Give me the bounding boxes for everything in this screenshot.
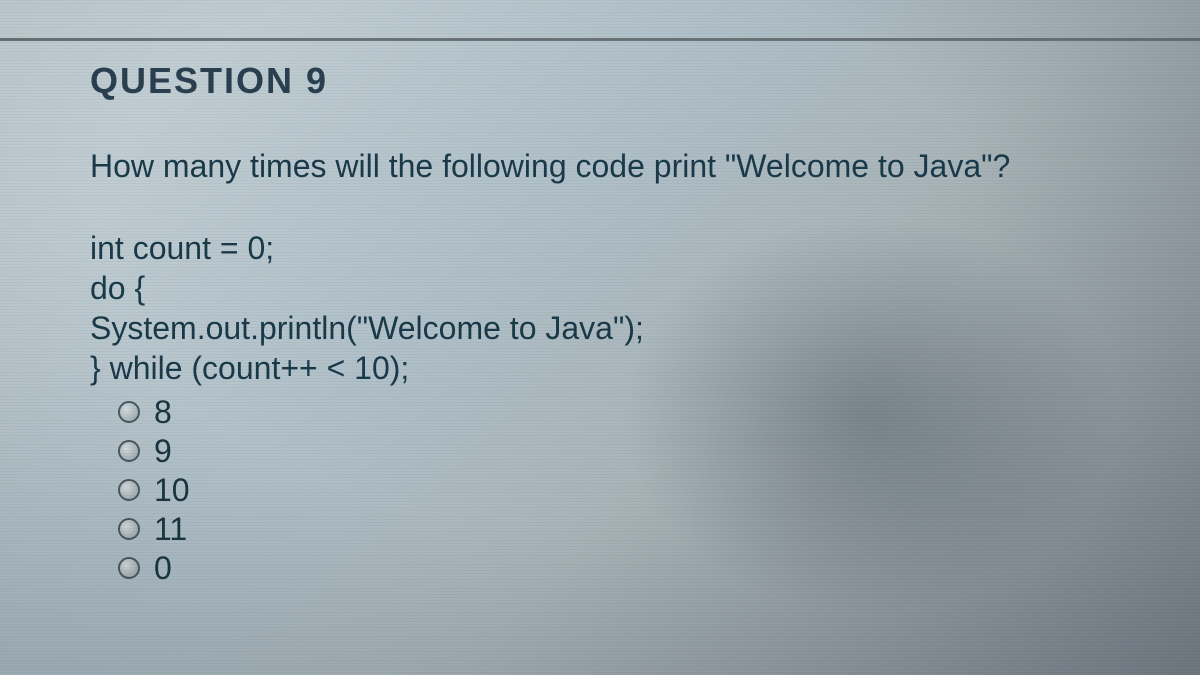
- radio-button[interactable]: [118, 401, 140, 423]
- divider-rule: [0, 38, 1200, 41]
- option-row: 11: [118, 511, 1110, 548]
- option-row: 0: [118, 550, 1110, 587]
- code-line: int count = 0;: [90, 230, 274, 266]
- option-row: 10: [118, 472, 1110, 509]
- code-line: do {: [90, 270, 145, 306]
- option-label: 9: [154, 433, 172, 470]
- code-line: System.out.println("Welcome to Java");: [90, 310, 644, 346]
- question-prompt: How many times will the following code p…: [90, 146, 1110, 188]
- option-label: 8: [154, 394, 172, 431]
- option-row: 8: [118, 394, 1110, 431]
- option-row: 9: [118, 433, 1110, 470]
- question-heading: QUESTION 9: [90, 60, 1110, 102]
- answer-options: 8 9 10 11 0: [118, 394, 1110, 587]
- option-label: 11: [154, 511, 187, 548]
- option-label: 10: [154, 472, 190, 509]
- radio-button[interactable]: [118, 440, 140, 462]
- question-block: QUESTION 9 How many times will the follo…: [0, 0, 1200, 587]
- radio-button[interactable]: [118, 557, 140, 579]
- radio-button[interactable]: [118, 518, 140, 540]
- radio-button[interactable]: [118, 479, 140, 501]
- option-label: 0: [154, 550, 172, 587]
- code-line: } while (count++ < 10);: [90, 350, 409, 386]
- code-snippet: int count = 0; do { System.out.println("…: [90, 228, 1110, 388]
